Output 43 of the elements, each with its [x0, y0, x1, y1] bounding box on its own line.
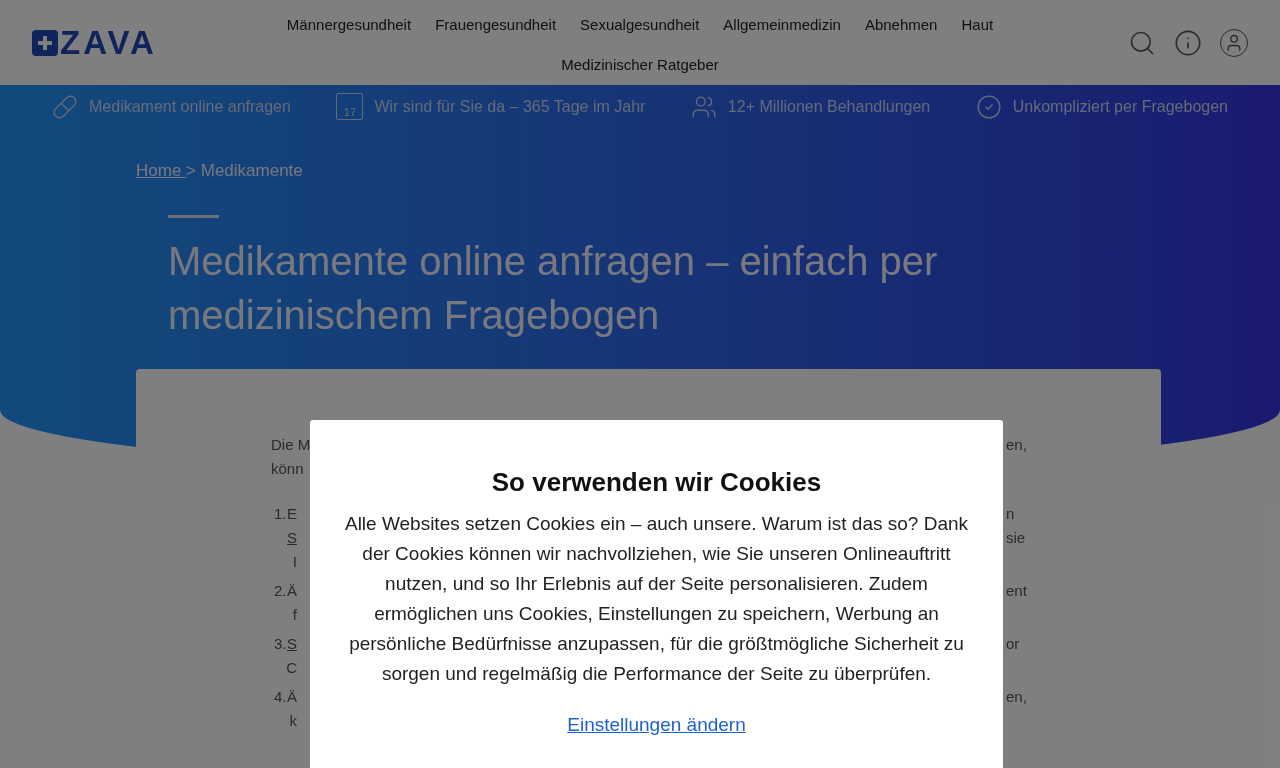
body-text: I: [292, 552, 297, 572]
body-text: or: [1006, 634, 1020, 654]
body-text: en,: [1006, 435, 1027, 455]
nav-link[interactable]: Sexualgesundheit: [580, 8, 700, 41]
body-text: C: [286, 658, 297, 678]
feature-label: Wir sind für Sie da – 365 Tage im Jahr: [374, 96, 646, 117]
body-text: Ä: [287, 687, 297, 707]
feature-label: Unkompliziert per Fragebogen: [1012, 96, 1228, 117]
nav-link[interactable]: Frauengesundheit: [435, 8, 557, 41]
body-text: en,: [1006, 687, 1027, 707]
dialog-title: So verwenden wir Cookies: [491, 466, 822, 499]
check-circle-icon: [975, 93, 1002, 120]
body-text: sie: [1006, 528, 1026, 548]
info-icon[interactable]: [1174, 28, 1202, 57]
list-number: 4.: [274, 688, 287, 705]
body-text: könn: [271, 460, 304, 477]
body-text: Ä: [287, 581, 297, 601]
feature-label: 12+ Millionen Behandlungen: [727, 96, 931, 117]
body-link[interactable]: S: [287, 632, 297, 656]
dialog-text: Alle Websites setzen Cookies ein – auch unsere. Warum ist das so? Dank der Cookies können wir nachvollziehen, wie Sie unseren Onlineauftritt nutzen, und so Ihr Erlebnis auf der Seite personalisieren. Zudem ermöglichen uns Cookies, Einstellungen zu speichern, Werbung an persönliche Bedürfnisse anzupassen, für die größtmögliche Sicherheit zu sorgen und regelmäßig die Performance der Seite zu überprüfen.: [343, 512, 970, 686]
body-text: ent: [1006, 581, 1027, 601]
settings-link[interactable]: Einstellungen ändern: [567, 711, 746, 740]
body-text: Die M: [271, 436, 311, 453]
nav-link[interactable]: Haut: [961, 8, 994, 41]
list-number: 1.: [274, 505, 287, 522]
feature-label: Medikament online anfragen: [89, 96, 291, 117]
list-number: 3.: [274, 635, 287, 652]
nav-link[interactable]: Allgemeinmedizin: [723, 8, 841, 41]
calendar-icon: 17: [336, 93, 364, 120]
page-title: Medikamente online anfragen – einfach per medizinischem Fragebogen: [168, 237, 939, 339]
body-text: n: [1006, 504, 1015, 524]
body-text: k: [289, 711, 297, 731]
body-link[interactable]: S: [287, 526, 297, 550]
logo-text: ZAVA: [60, 26, 157, 59]
breadcrumb-current: > Medikamente: [186, 161, 303, 180]
nav-link[interactable]: Medizinischer Ratgeber: [561, 48, 719, 81]
body-text: f: [292, 605, 297, 625]
nav-link[interactable]: Männergesundheit: [286, 8, 412, 41]
pill-icon: [52, 93, 78, 120]
nav-link[interactable]: Abnehmen: [864, 8, 938, 41]
list-number: 2.: [274, 582, 287, 599]
body-text: E: [287, 504, 297, 524]
plus-icon: [32, 29, 58, 56]
